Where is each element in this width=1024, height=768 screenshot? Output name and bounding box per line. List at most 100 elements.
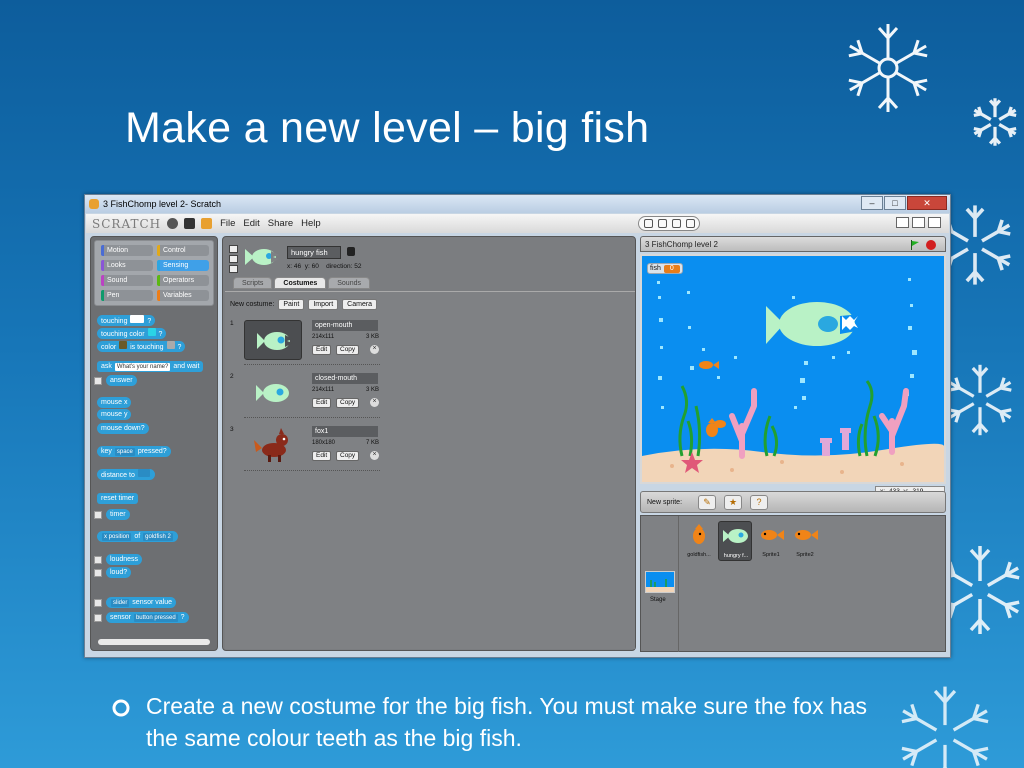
menu-edit[interactable]: Edit [243, 218, 259, 229]
menu-share[interactable]: Share [268, 218, 293, 229]
sprite-coords: x: 46 y: 60 direction: 52 [287, 263, 362, 270]
menu-help[interactable]: Help [301, 218, 321, 229]
costume-item[interactable]: 2 closed-mouth 214x111 3 KB Edit Copy × [230, 373, 380, 421]
block-touching[interactable]: touching ? [97, 315, 156, 326]
block-sensor-pressed[interactable]: sensor button pressed ? [106, 612, 189, 623]
category-motion[interactable]: Motion [101, 245, 153, 256]
category-selector: Motion Control Looks Sensing Sound Opera… [94, 240, 214, 306]
snowflake-icon [970, 96, 1020, 148]
window-title: 3 FishChomp level 2- Scratch [103, 199, 222, 209]
block-sensor-value[interactable]: slider sensor value [106, 597, 176, 608]
block-palette: Motion Control Looks Sensing Sound Opera… [90, 236, 218, 651]
costume-name[interactable]: closed-mouth [312, 373, 378, 384]
costume-thumbnail[interactable] [244, 373, 302, 413]
category-sound[interactable]: Sound [101, 275, 153, 286]
block-x-position-of[interactable]: x position of goldfish 2 [97, 531, 178, 542]
edit-button[interactable]: Edit [312, 451, 332, 461]
surprise-sprite-button[interactable]: ? [750, 495, 768, 510]
category-pen[interactable]: Pen [101, 290, 153, 301]
save-icon[interactable] [184, 218, 196, 229]
scratch-cat-icon [89, 199, 99, 209]
delete-icon[interactable] [657, 219, 667, 228]
loudness-checkbox[interactable] [94, 556, 102, 564]
block-color-is-touching[interactable]: color is touching ? [97, 341, 186, 352]
palette-scrollbar[interactable] [98, 639, 210, 645]
block-mouse-down[interactable]: mouse down? [97, 423, 149, 434]
costume-name[interactable]: fox1 [312, 426, 378, 437]
edit-button[interactable]: Edit [312, 398, 332, 408]
costume-name[interactable]: open-mouth [312, 320, 378, 331]
sprite-tile-hungry-fish[interactable]: hungry f... [718, 521, 752, 561]
maximize-button[interactable]: □ [884, 196, 906, 210]
loud-checkbox[interactable] [94, 569, 102, 577]
minimize-button[interactable]: – [861, 196, 883, 210]
costume-item[interactable]: 1 open-mouth 214x111 3 KB Edit Copy × [230, 320, 380, 368]
sprite-tile-sprite1[interactable]: Sprite1 [754, 521, 788, 561]
sprite-tile-goldfish[interactable]: goldfish... [682, 521, 716, 561]
close-button[interactable]: ✕ [907, 196, 947, 210]
block-loud[interactable]: loud? [106, 567, 132, 578]
stop-sign-icon[interactable] [926, 240, 936, 250]
sprite-name-field[interactable]: hungry fish [287, 246, 341, 259]
block-ask-and-wait[interactable]: ask What's your name? and wait [97, 361, 204, 372]
delete-costume-icon[interactable]: × [370, 345, 379, 354]
delete-costume-icon[interactable]: × [370, 398, 379, 407]
block-reset-timer[interactable]: reset timer [97, 493, 139, 504]
costume-thumbnail[interactable] [244, 426, 302, 466]
menu-file[interactable]: File [220, 218, 235, 229]
sensor-value-checkbox[interactable] [94, 599, 102, 607]
camera-button[interactable]: Camera [342, 299, 378, 310]
menu-bar: SCRATCH File Edit Share Help [86, 214, 949, 233]
sensor-checkbox[interactable] [94, 614, 102, 622]
copy-button[interactable]: Copy [336, 451, 360, 461]
block-mouse-y[interactable]: mouse y [97, 409, 132, 420]
small-stage-icon[interactable] [896, 217, 909, 228]
category-variables[interactable]: Variables [157, 290, 209, 301]
block-timer[interactable]: timer [106, 509, 130, 520]
green-flag-icon[interactable] [910, 240, 920, 250]
rotate-mode-icon[interactable] [229, 245, 238, 253]
answer-checkbox[interactable] [94, 377, 102, 385]
window-titlebar: 3 FishChomp level 2- Scratch – □ ✕ [85, 195, 950, 213]
grow-icon[interactable] [671, 219, 681, 228]
category-operators[interactable]: Operators [157, 275, 209, 286]
import-button[interactable]: Import [308, 299, 339, 310]
paint-button[interactable]: Paint [278, 299, 305, 310]
block-touching-color[interactable]: touching color ? [97, 328, 167, 339]
block-answer[interactable]: answer [106, 375, 137, 386]
snowflake-icon [896, 684, 994, 768]
block-loudness[interactable]: loudness [106, 554, 143, 565]
category-looks[interactable]: Looks [101, 260, 153, 271]
choose-sprite-button[interactable]: ★ [724, 495, 742, 510]
category-sensing[interactable]: Sensing [157, 260, 209, 271]
tab-scripts[interactable]: Scripts [233, 277, 273, 289]
category-control[interactable]: Control [157, 245, 209, 256]
flip-mode-icon[interactable] [229, 255, 238, 263]
costume-thumbnail[interactable] [244, 320, 302, 360]
normal-stage-icon[interactable] [912, 217, 925, 228]
tab-sounds[interactable]: Sounds [328, 277, 370, 289]
block-mouse-x[interactable]: mouse x [97, 397, 132, 408]
project-title: 3 FishChomp level 2 [645, 240, 718, 249]
lock-icon[interactable] [347, 247, 355, 256]
stage[interactable]: fish 0 [640, 254, 946, 484]
stage-thumbnail[interactable] [645, 571, 675, 593]
share-icon[interactable] [201, 218, 213, 229]
costume-item[interactable]: 3 fox1 180x180 7 KB Edit Copy × [230, 426, 380, 474]
no-rotate-icon[interactable] [229, 265, 238, 273]
sprite-tile-sprite2[interactable]: Sprite2 [788, 521, 822, 561]
block-key-pressed[interactable]: key space pressed? [97, 446, 171, 457]
copy-button[interactable]: Copy [336, 345, 360, 355]
timer-checkbox[interactable] [94, 511, 102, 519]
tab-costumes[interactable]: Costumes [274, 277, 327, 289]
fish-variable-watcher[interactable]: fish 0 [647, 263, 683, 274]
presentation-mode-icon[interactable] [928, 217, 941, 228]
block-distance-to[interactable]: distance to [97, 469, 155, 480]
paint-sprite-button[interactable]: ✎ [698, 495, 716, 510]
copy-button[interactable]: Copy [336, 398, 360, 408]
shrink-icon[interactable] [685, 219, 695, 228]
edit-button[interactable]: Edit [312, 345, 332, 355]
delete-costume-icon[interactable]: × [370, 451, 379, 460]
globe-icon[interactable] [167, 218, 179, 229]
duplicate-icon[interactable] [643, 219, 653, 228]
